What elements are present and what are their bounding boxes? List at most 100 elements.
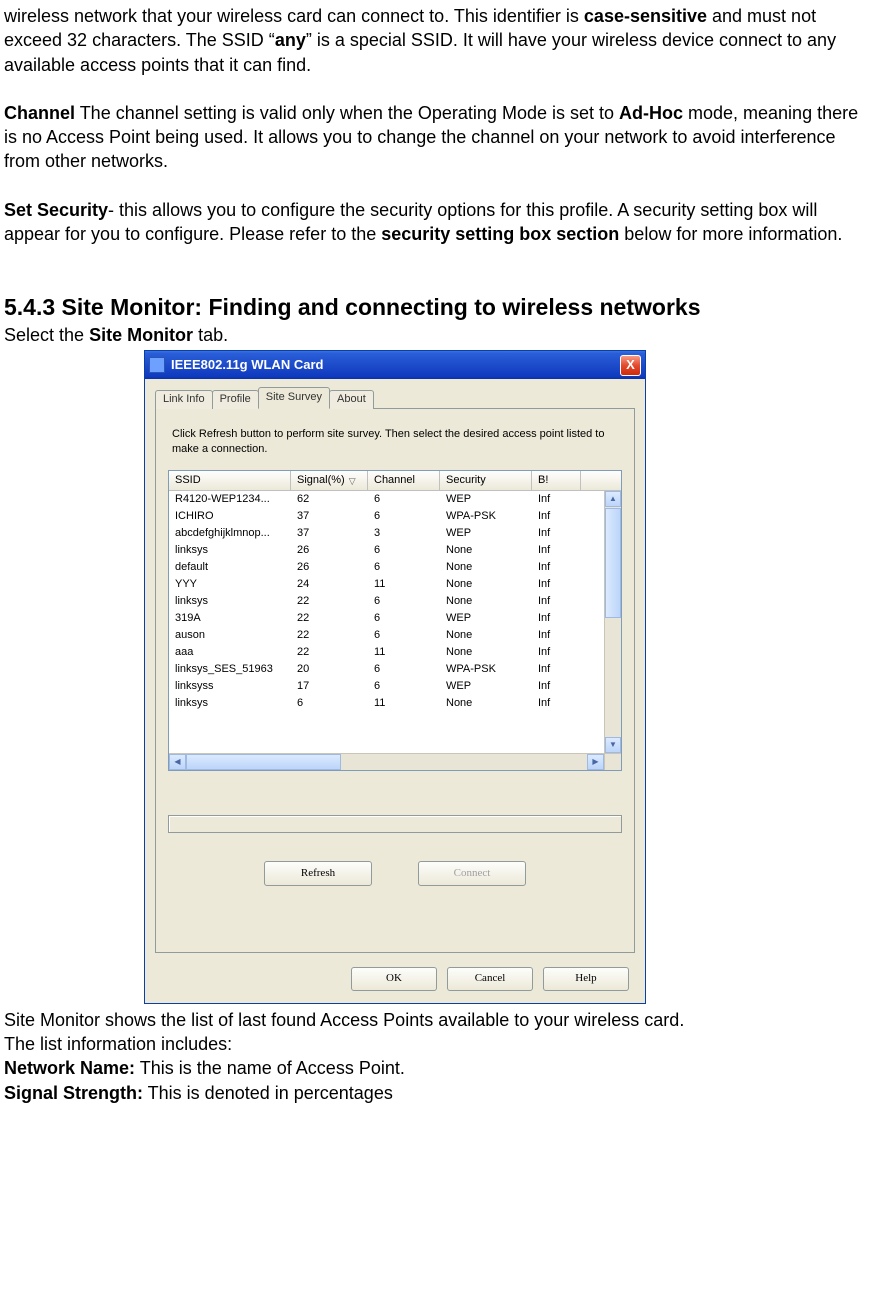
scroll-down-icon[interactable]: ▼ <box>605 737 621 753</box>
after-p4: Signal Strength: This is denoted in perc… <box>4 1081 876 1105</box>
col-channel[interactable]: Channel <box>368 471 440 490</box>
col-security[interactable]: Security <box>440 471 532 490</box>
bold-security-setting-box: security setting box section <box>381 224 619 244</box>
cell-security: WPA-PSK <box>440 508 532 525</box>
tab-site-survey[interactable]: Site Survey <box>258 387 330 409</box>
bold-network-name: Network Name: <box>4 1058 135 1078</box>
list-body[interactable]: R4120-WEP1234...626WEPInfICHIRO376WPA-PS… <box>169 491 604 753</box>
after-p3: Network Name: This is the name of Access… <box>4 1056 876 1080</box>
table-row[interactable]: linksys226NoneInf <box>169 593 604 610</box>
bold-set-security: Set Security <box>4 200 108 220</box>
after-text-block: Site Monitor shows the list of last foun… <box>4 1008 876 1105</box>
text: tab. <box>193 325 228 345</box>
table-row[interactable]: R4120-WEP1234...626WEPInf <box>169 491 604 508</box>
cell-channel: 6 <box>368 610 440 627</box>
action-button-row: Refresh Connect <box>168 861 622 886</box>
paragraph-ssid: wireless network that your wireless card… <box>4 4 876 77</box>
cell-b: Inf <box>532 661 581 678</box>
table-row[interactable]: linksys_SES_51963206WPA-PSKInf <box>169 661 604 678</box>
table-row[interactable]: auson226NoneInf <box>169 627 604 644</box>
cell-security: WEP <box>440 610 532 627</box>
sort-desc-icon: ▽ <box>349 475 356 487</box>
cell-signal: 22 <box>291 610 368 627</box>
site-survey-list[interactable]: SSID Signal(%)▽ Channel Security B! R412… <box>168 470 622 771</box>
cell-ssid: aaa <box>169 644 291 661</box>
cell-signal: 26 <box>291 559 368 576</box>
dialog-button-row: OK Cancel Help <box>155 957 635 991</box>
bold-adhoc: Ad-Hoc <box>619 103 683 123</box>
table-row[interactable]: abcdefghijklmnop...373WEPInf <box>169 525 604 542</box>
table-row[interactable]: ICHIRO376WPA-PSKInf <box>169 508 604 525</box>
horizontal-scrollbar[interactable]: ◀ ▶ <box>169 753 604 770</box>
cell-b: Inf <box>532 644 581 661</box>
bold-site-monitor: Site Monitor <box>89 325 193 345</box>
cancel-button[interactable]: Cancel <box>447 967 533 991</box>
cell-security: None <box>440 542 532 559</box>
cell-channel: 6 <box>368 678 440 695</box>
col-signal[interactable]: Signal(%)▽ <box>291 471 368 490</box>
cell-security: None <box>440 644 532 661</box>
col-bssid[interactable]: B! <box>532 471 581 490</box>
tab-panel: Click Refresh button to perform site sur… <box>155 409 635 953</box>
tab-about[interactable]: About <box>329 390 374 409</box>
paragraph-set-security: Set Security- this allows you to configu… <box>4 198 876 247</box>
cell-security: None <box>440 593 532 610</box>
cell-signal: 37 <box>291 508 368 525</box>
cell-signal: 24 <box>291 576 368 593</box>
close-button[interactable]: X <box>620 355 641 376</box>
paragraph-channel: Channel The channel setting is valid onl… <box>4 101 876 174</box>
cell-channel: 6 <box>368 542 440 559</box>
cell-channel: 6 <box>368 627 440 644</box>
cell-channel: 11 <box>368 644 440 661</box>
table-row[interactable]: default266NoneInf <box>169 559 604 576</box>
table-row[interactable]: linksyss176WEPInf <box>169 678 604 695</box>
scroll-thumb-horizontal[interactable] <box>186 754 341 770</box>
titlebar[interactable]: IEEE802.11g WLAN Card X <box>145 351 645 379</box>
cell-ssid: auson <box>169 627 291 644</box>
col-ssid[interactable]: SSID <box>169 471 291 490</box>
ok-button[interactable]: OK <box>351 967 437 991</box>
client-area: Link Info Profile Site Survey About Clic… <box>145 379 645 1003</box>
help-button[interactable]: Help <box>543 967 629 991</box>
scroll-left-icon[interactable]: ◀ <box>169 754 186 770</box>
bold-channel: Channel <box>4 103 75 123</box>
table-row[interactable]: linksys266NoneInf <box>169 542 604 559</box>
vertical-scrollbar[interactable]: ▲ ▼ <box>604 491 621 753</box>
table-row[interactable]: aaa2211NoneInf <box>169 644 604 661</box>
wlan-card-window: IEEE802.11g WLAN Card X Link Info Profil… <box>144 350 646 1004</box>
table-row[interactable]: YYY2411NoneInf <box>169 576 604 593</box>
tab-profile[interactable]: Profile <box>212 390 259 409</box>
cell-signal: 17 <box>291 678 368 695</box>
cell-ssid: linksys <box>169 542 291 559</box>
cell-b: Inf <box>532 559 581 576</box>
cell-signal: 62 <box>291 491 368 508</box>
scroll-thumb-vertical[interactable] <box>605 508 621 618</box>
cell-b: Inf <box>532 525 581 542</box>
section-heading: 5.4.3 Site Monitor: Finding and connecti… <box>4 270 876 323</box>
progress-bar <box>168 815 622 833</box>
refresh-button[interactable]: Refresh <box>264 861 372 886</box>
cell-channel: 6 <box>368 559 440 576</box>
bold-case-sensitive: case-sensitive <box>584 6 707 26</box>
cell-security: WEP <box>440 491 532 508</box>
connect-button[interactable]: Connect <box>418 861 526 886</box>
scroll-up-icon[interactable]: ▲ <box>605 491 621 507</box>
app-icon <box>149 357 165 373</box>
table-row[interactable]: linksys611NoneInf <box>169 695 604 712</box>
after-p2: The list information includes: <box>4 1032 876 1056</box>
cell-channel: 6 <box>368 491 440 508</box>
cell-ssid: linksyss <box>169 678 291 695</box>
cell-security: None <box>440 695 532 712</box>
list-header-row: SSID Signal(%)▽ Channel Security B! <box>169 471 621 491</box>
cell-ssid: default <box>169 559 291 576</box>
cell-signal: 37 <box>291 525 368 542</box>
table-row[interactable]: 319A226WEPInf <box>169 610 604 627</box>
cell-channel: 6 <box>368 508 440 525</box>
cell-b: Inf <box>532 678 581 695</box>
cell-b: Inf <box>532 491 581 508</box>
scroll-right-icon[interactable]: ▶ <box>587 754 604 770</box>
tab-link-info[interactable]: Link Info <box>155 390 213 409</box>
cell-security: WPA-PSK <box>440 661 532 678</box>
cell-channel: 11 <box>368 695 440 712</box>
subheading: Select the Site Monitor tab. <box>4 323 876 347</box>
